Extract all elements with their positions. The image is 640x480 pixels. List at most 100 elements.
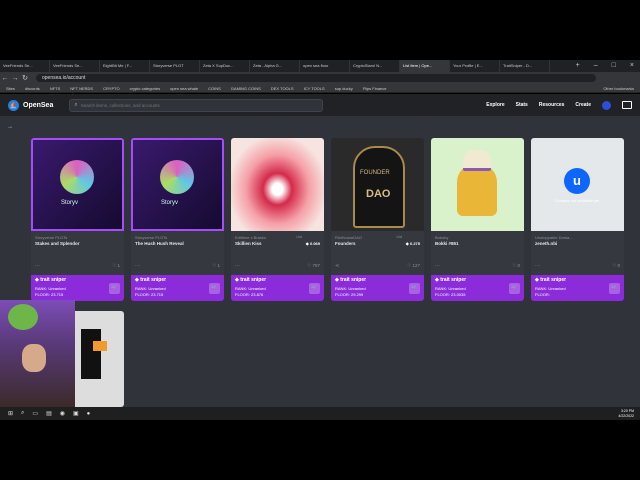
nav-resources[interactable]: Resources (539, 102, 565, 108)
more-options-icon[interactable]: ··· (35, 263, 40, 269)
trait-sniper-title: ◆ trait sniper (435, 277, 467, 283)
profile-avatar[interactable] (602, 100, 611, 110)
bookmark[interactable]: Flips Finance (363, 84, 387, 92)
browser-tab[interactable]: Your Profile | E... (450, 60, 500, 72)
nft-card[interactable]: Bokuby Bokki #861 ··· ♡ 0 ◆ trait sniper… (431, 138, 524, 301)
collection-name[interactable]: Bokuby (435, 235, 495, 240)
nft-card[interactable]: u Content not available yet Unstoppable … (531, 138, 624, 301)
filter-toggle-icon[interactable]: → (7, 124, 13, 130)
search-icon[interactable]: ⌕ (21, 410, 24, 417)
windows-start-icon[interactable]: ⊞ (8, 410, 13, 417)
browser-tab[interactable]: open sea floor (300, 60, 350, 72)
bookmark[interactable]: discords (25, 84, 40, 92)
bookmark[interactable]: Sites (6, 84, 15, 92)
forward-icon[interactable]: → (10, 75, 20, 82)
system-clock[interactable]: 3:20 PM 4/22/2022 (618, 409, 640, 419)
more-options-icon[interactable]: ··· (235, 263, 240, 269)
bookmark[interactable]: crypto categories (130, 84, 160, 92)
maximize-icon[interactable]: □ (612, 60, 616, 72)
other-bookmarks[interactable]: Other bookmarks (603, 84, 640, 92)
browser-tab-active[interactable]: List Item | Ope... (400, 60, 450, 72)
browser-tab[interactable]: Zeta - Alpha G... (250, 60, 300, 72)
item-name[interactable]: Skillien Kiss (235, 241, 262, 246)
back-icon[interactable]: ← (0, 75, 10, 82)
bookmark[interactable]: ICY TOOLS (304, 84, 325, 92)
new-tab-icon[interactable]: + (576, 60, 580, 72)
like-count[interactable]: ♡ 0 (612, 263, 620, 269)
browser-tab[interactable]: VeeFriends Se... (50, 60, 100, 72)
bookmark[interactable]: NFTS (50, 84, 60, 92)
collection-name[interactable]: RisiHouseDAO (335, 235, 395, 240)
character-figure (457, 164, 497, 216)
item-name[interactable]: Stakes and Splendor (35, 241, 80, 246)
collection-name[interactable]: Edifiéne x Brasko (235, 235, 295, 240)
minimize-icon[interactable]: – (594, 60, 598, 72)
collection-name[interactable]: Storyverse PLOTs (35, 235, 95, 240)
windows-taskbar: ⊞ ⌕ ▭ ▤ ◉ ▣ ● 3:20 PM 4/22/2022 (0, 407, 640, 420)
trait-sniper-title: ◆ trait sniper (535, 277, 567, 283)
like-count[interactable]: ♡ 127 (407, 263, 420, 269)
cart-icon[interactable]: 🛒 (209, 283, 220, 294)
bookmark[interactable]: sup ducky (335, 84, 353, 92)
item-name[interactable]: Founders (335, 241, 356, 246)
cart-icon[interactable]: 🛒 (609, 283, 620, 294)
character-hat (463, 150, 491, 171)
browser-tab[interactable]: Storyverse PLOT (150, 60, 200, 72)
file-explorer-icon[interactable]: ▤ (46, 410, 52, 417)
collection-name[interactable]: Unstoppable Doma... (535, 235, 595, 240)
share-icon[interactable]: ⋖ (335, 263, 339, 269)
more-options-icon[interactable]: ··· (135, 263, 140, 269)
browser-tab[interactable]: TraitSniper - D... (500, 60, 550, 72)
like-count[interactable]: ♡ 797 (307, 263, 320, 269)
browser-tab[interactable]: CryptoSlam! N... (350, 60, 400, 72)
like-count[interactable]: ♡ 0 (512, 263, 520, 269)
cart-icon[interactable]: 🛒 (109, 283, 120, 294)
bookmark[interactable]: NFT NERDS (70, 84, 93, 92)
opensea-logo-icon[interactable]: ⛵ (8, 99, 19, 111)
more-options-icon[interactable]: ··· (435, 263, 440, 269)
nft-card[interactable]: FOUNDER DAO RisiHouseDAO Founders List ◆… (331, 138, 424, 301)
trait-sniper-title: ◆ trait sniper (335, 277, 367, 283)
nav-explore[interactable]: Explore (486, 102, 504, 108)
price-value: ◆ 0.275 (405, 241, 420, 246)
nav-stats[interactable]: Stats (516, 102, 528, 108)
browser-tab[interactable]: VeeFriends Se... (0, 60, 50, 72)
close-icon[interactable]: × (630, 60, 634, 72)
collection-name[interactable]: Storyverse PLOTs (135, 235, 195, 240)
more-options-icon[interactable]: ··· (535, 263, 540, 269)
bookmark[interactable]: open sea whale (170, 84, 198, 92)
brand-name[interactable]: OpenSea (23, 102, 53, 109)
price-amount: 0.069 (309, 241, 320, 246)
price-amount: 0.275 (409, 241, 420, 246)
cart-icon[interactable]: 🛒 (509, 283, 520, 294)
trait-sniper-label: trait sniper (240, 277, 267, 283)
nft-card[interactable]: Edifiéne x Brasko Skillien Kiss List ◆ 0… (231, 138, 324, 301)
browser-tab[interactable]: Zeta X SupDuc... (200, 60, 250, 72)
cart-icon[interactable]: 🛒 (409, 283, 420, 294)
item-name[interactable]: zeneth.nbi (535, 241, 557, 246)
nft-card[interactable]: Storyv Storyverse PLOTs Stakes and Splen… (31, 138, 124, 301)
like-count[interactable]: ♡ 1 (112, 263, 120, 269)
wallet-icon[interactable] (622, 101, 632, 109)
item-name[interactable]: The Hush Hush Reveal (135, 241, 184, 246)
search-input[interactable] (77, 101, 303, 109)
task-view-icon[interactable]: ▭ (32, 410, 38, 417)
address-bar: ← → ↻ opensea.io/account (0, 72, 640, 84)
bookmark[interactable]: CRYPTO (103, 84, 120, 92)
url-field[interactable]: opensea.io/account (36, 74, 596, 82)
bookmark[interactable]: DEX TOOLS (271, 84, 294, 92)
item-name[interactable]: Bokki #861 (435, 241, 459, 246)
cart-icon[interactable]: 🛒 (309, 283, 320, 294)
reload-icon[interactable]: ↻ (20, 74, 30, 82)
spotify-icon[interactable]: ● (87, 411, 91, 417)
app-icon[interactable]: ▣ (73, 410, 79, 417)
bookmark[interactable]: COINS (208, 84, 221, 92)
browser-tab[interactable]: EightBit Me | F... (100, 60, 150, 72)
nav-create[interactable]: Create (575, 102, 591, 108)
like-count-value: 0 (617, 263, 620, 268)
bookmark[interactable]: GAMING COINS (231, 84, 261, 92)
dao-text: DAO (366, 188, 391, 200)
chrome-icon[interactable]: ◉ (60, 410, 65, 417)
like-count[interactable]: ♡ 1 (212, 263, 220, 269)
nft-card[interactable]: Storyv Storyverse PLOTs The Hush Hush Re… (131, 138, 224, 301)
